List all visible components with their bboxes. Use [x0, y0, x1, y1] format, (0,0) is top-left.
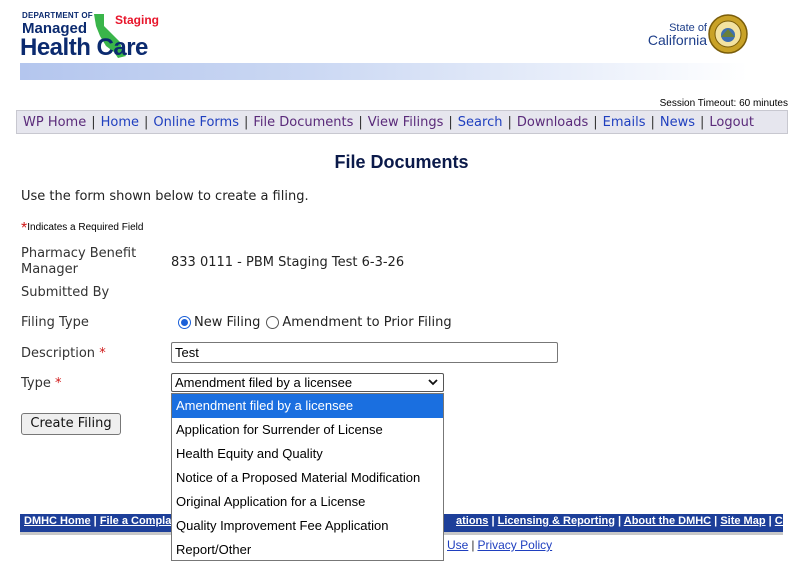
amendment-prior-filing-radio[interactable]: [266, 316, 280, 329]
logo-dept-text: DEPARTMENT OF: [22, 11, 93, 20]
california-seal-icon: [708, 14, 748, 54]
type-label-text: Type: [21, 376, 51, 391]
nav-home[interactable]: Home: [101, 115, 139, 130]
required-field-note: *Indicates a Required Field: [21, 220, 143, 238]
type-dropdown-list: Amendment filed by a licensee Applicatio…: [171, 393, 444, 561]
nav-separator: |: [700, 114, 705, 130]
footer-privacy-policy-link[interactable]: Privacy Policy: [477, 538, 552, 552]
state-of-california: State of California: [637, 22, 707, 48]
nav-search[interactable]: Search: [458, 115, 503, 130]
nav-separator: |: [593, 114, 598, 130]
intro-text: Use the form shown below to create a fil…: [21, 189, 309, 204]
type-option[interactable]: Quality Improvement Fee Application: [172, 514, 443, 538]
footer-dmhc-home-link[interactable]: DMHC Home: [24, 515, 91, 527]
nav-news[interactable]: News: [660, 115, 695, 130]
footer-nav-right: ations | Licensing & Reporting | About t…: [456, 515, 783, 527]
nav-wp-home[interactable]: WP Home: [23, 115, 86, 130]
footer-file-complaint-link[interactable]: File a Complai: [100, 515, 175, 527]
nav-downloads[interactable]: Downloads: [517, 115, 588, 130]
type-select[interactable]: Amendment filed by a licensee: [171, 373, 444, 392]
type-option[interactable]: Report/Other: [172, 538, 443, 562]
type-option[interactable]: Application for Surrender of License: [172, 418, 443, 442]
description-label-text: Description: [21, 346, 96, 361]
main-nav: WP Home | Home | Online Forms | File Docume…: [16, 110, 788, 134]
type-option[interactable]: Health Equity and Quality: [172, 442, 443, 466]
nav-separator: |: [243, 114, 249, 130]
nav-file-documents[interactable]: File Documents: [253, 115, 353, 130]
required-star-icon: *: [99, 346, 106, 361]
new-filing-radio[interactable]: [178, 316, 191, 329]
footer-publications-link[interactable]: ations: [456, 515, 488, 527]
nav-emails[interactable]: Emails: [603, 115, 646, 130]
pbm-value: 833 0111 - PBM Staging Test 6-3-26: [171, 255, 405, 270]
footer-terms-of-use-link[interactable]: Use: [447, 538, 468, 552]
footer-about-dmhc-link[interactable]: About the DMHC: [624, 515, 711, 527]
pbm-label: Pharmacy Benefit Manager: [21, 246, 137, 277]
create-filing-button[interactable]: Create Filing: [21, 413, 121, 435]
footer-site-map-link[interactable]: Site Map: [720, 515, 765, 527]
new-filing-label[interactable]: New Filing: [194, 315, 260, 330]
header-gradient-bar: [20, 63, 748, 80]
nav-separator: |: [507, 114, 512, 130]
type-option[interactable]: Amendment filed by a licensee: [172, 394, 443, 418]
type-label: Type *: [21, 376, 62, 392]
type-option[interactable]: Original Application for a License: [172, 490, 443, 514]
chevron-down-icon: [428, 379, 438, 386]
page-title: File Documents: [334, 152, 469, 172]
session-timeout: Session Timeout: 60 minutes: [659, 98, 788, 109]
california-text: California: [647, 32, 707, 48]
footer-nav-left: DMHC Home | File a Complai: [24, 515, 175, 527]
description-input[interactable]: [171, 342, 558, 363]
nav-separator: |: [144, 114, 149, 130]
footer-links: Use | Privacy Policy: [447, 538, 552, 552]
nav-online-forms[interactable]: Online Forms: [153, 115, 239, 130]
staging-label: Staging: [115, 13, 159, 27]
submitted-by-label: Submitted By: [21, 285, 110, 300]
type-select-value: Amendment filed by a licensee: [175, 375, 353, 390]
nav-separator: |: [358, 114, 363, 130]
nav-separator: |: [91, 114, 96, 130]
footer-licensing-reporting-link[interactable]: Licensing & Reporting: [498, 515, 615, 527]
filing-type-radio-group: New Filing Amendment to Prior Filing: [178, 315, 452, 330]
amendment-prior-filing-label[interactable]: Amendment to Prior Filing: [282, 315, 451, 330]
nav-view-filings[interactable]: View Filings: [368, 115, 444, 130]
type-option[interactable]: Notice of a Proposed Material Modificati…: [172, 466, 443, 490]
nav-separator: |: [650, 114, 655, 130]
required-note-text: Indicates a Required Field: [27, 222, 144, 233]
description-label: Description *: [21, 346, 106, 362]
required-star-icon: *: [55, 376, 62, 391]
nav-separator: |: [448, 114, 453, 130]
logo-health-care-text: Health Care: [20, 34, 148, 61]
nav-logout[interactable]: Logout: [709, 115, 754, 130]
footer-contact-link[interactable]: Contact: [775, 515, 783, 527]
filing-type-label: Filing Type: [21, 315, 89, 330]
